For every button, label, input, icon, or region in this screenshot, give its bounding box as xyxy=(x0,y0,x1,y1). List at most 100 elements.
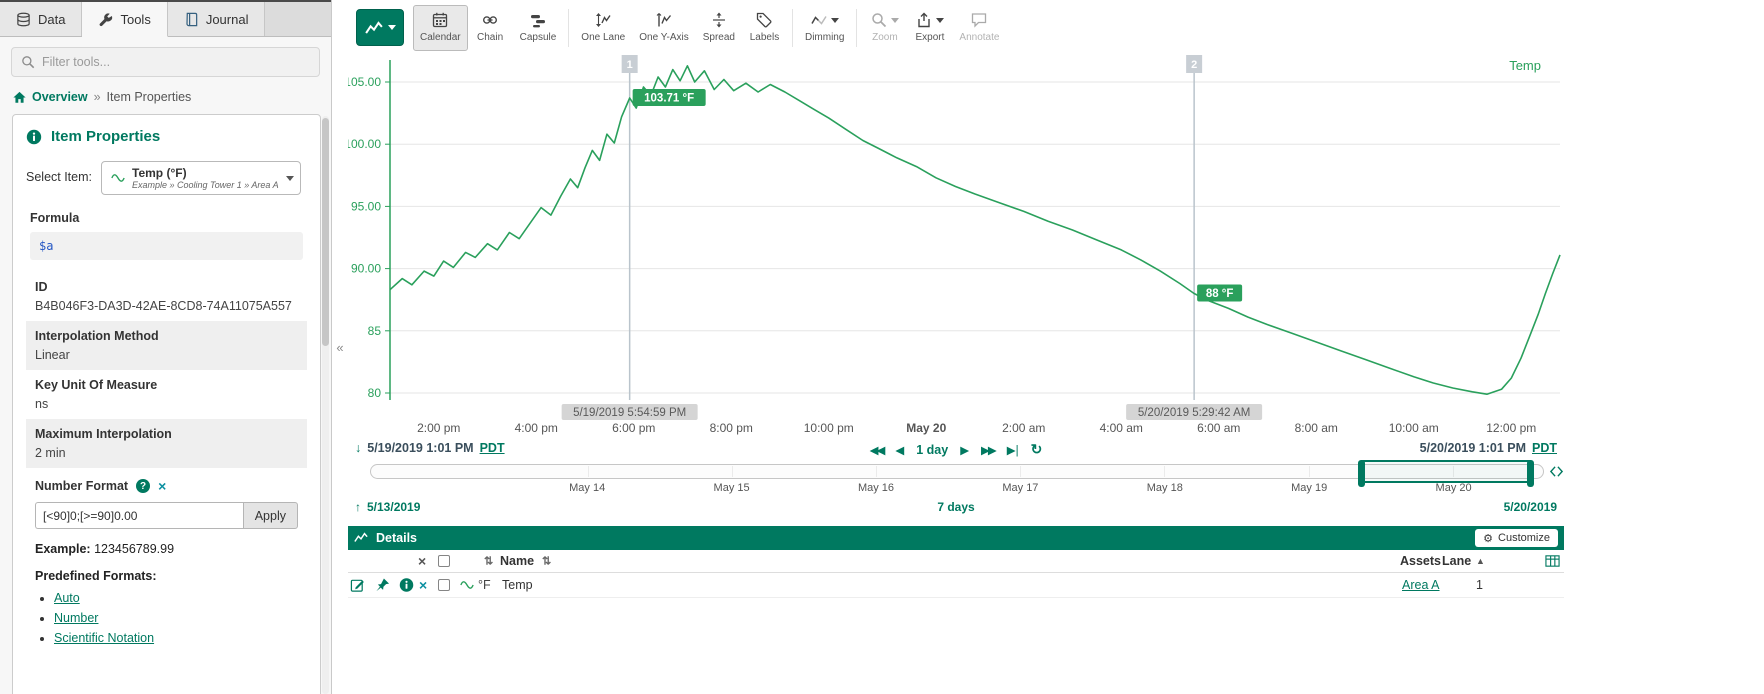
scrubber-date-label: May 20 xyxy=(1436,482,1472,494)
annotate-button[interactable]: Annotate xyxy=(952,5,1006,51)
expand-range-icon[interactable] xyxy=(1549,464,1564,479)
one-y-axis-icon xyxy=(656,12,672,28)
chain-view-button[interactable]: Chain xyxy=(468,5,513,51)
breadcrumb-overview-link[interactable]: Overview xyxy=(32,90,88,104)
format-link-number[interactable]: Number xyxy=(54,611,98,625)
svg-text:May 20: May 20 xyxy=(906,421,946,435)
time-nav: ◀◀ ◀ 1 day ▶ ▶▶ ▶| ↻ xyxy=(348,441,1564,458)
investigate-end-date[interactable]: 5/20/2019 xyxy=(1504,500,1557,514)
chevron-down-icon xyxy=(286,176,294,181)
property-row-unit: Key Unit Of Measure ns xyxy=(26,370,307,419)
trend-chart[interactable]: 105.00100.0095.0090.0085802:00 pm4:00 pm… xyxy=(348,55,1564,440)
range-end-datetime[interactable]: 5/20/2019 1:01 PM xyxy=(1420,441,1526,455)
labels-icon xyxy=(756,12,772,28)
scrubber-day-tick xyxy=(1020,466,1021,477)
property-row-max-interpolation: Maximum Interpolation 2 min xyxy=(26,419,307,468)
help-icon[interactable]: ? xyxy=(136,479,150,493)
row-name[interactable]: Temp xyxy=(502,578,533,592)
refresh-icon[interactable]: ↻ xyxy=(1031,441,1043,458)
scrubber-bar[interactable] xyxy=(370,464,1544,479)
pan-forward-full-button[interactable]: ▶▶ xyxy=(981,443,995,457)
pan-forward-button[interactable]: ▶ xyxy=(960,443,969,457)
table-columns-icon[interactable] xyxy=(1545,554,1560,569)
number-format-input[interactable] xyxy=(35,502,243,529)
pan-back-button[interactable]: ◀ xyxy=(895,443,904,457)
selected-item-path: Example » Cooling Tower 1 » Area A xyxy=(132,180,279,190)
sidebar-tabs: Data Tools Journal xyxy=(0,0,331,37)
svg-text:2:00 am: 2:00 am xyxy=(1002,421,1045,435)
remove-item-icon[interactable]: × xyxy=(419,578,427,592)
scrubber-date-label: May 19 xyxy=(1291,482,1327,494)
format-link-auto[interactable]: Auto xyxy=(54,591,80,605)
breadcrumb-current: Item Properties xyxy=(107,90,192,104)
number-format-label: Number Format xyxy=(35,479,128,493)
sidebar-scrollbar[interactable] xyxy=(322,116,329,694)
format-example: Example: 123456789.99 xyxy=(35,542,298,556)
annotate-icon xyxy=(971,12,987,28)
item-select-dropdown[interactable]: Temp (°F) Example » Cooling Tower 1 » Ar… xyxy=(101,161,301,195)
sidebar: Data Tools Journal xyxy=(0,0,332,694)
row-asset-link[interactable]: Area A xyxy=(1402,578,1440,592)
labels-button[interactable]: Labels xyxy=(742,5,787,51)
scrubber-selection[interactable] xyxy=(1361,460,1531,483)
predefined-formats-list: Auto Number Scientific Notation xyxy=(54,591,307,645)
sort-icon[interactable]: ⇅ xyxy=(542,555,551,568)
pin-icon[interactable] xyxy=(375,578,390,593)
row-unit: °F xyxy=(478,578,491,592)
zoom-button[interactable]: Zoom xyxy=(862,5,907,51)
tab-journal[interactable]: Journal xyxy=(168,2,266,36)
investigate-range-row: ↑ 5/13/2019 7 days 5/20/2019 xyxy=(348,498,1564,520)
edit-icon[interactable] xyxy=(350,578,365,593)
remove-all-icon[interactable]: × xyxy=(418,554,426,568)
select-all-checkbox[interactable] xyxy=(438,555,450,567)
calendar-view-button[interactable]: Calendar xyxy=(413,5,468,51)
view-selector-button[interactable] xyxy=(356,9,404,46)
item-info-icon[interactable] xyxy=(399,578,414,593)
duration-button[interactable]: 1 day xyxy=(916,443,948,457)
go-to-end-button[interactable]: ▶| xyxy=(1007,443,1019,457)
one-lane-button[interactable]: One Lane xyxy=(574,5,632,51)
row-checkbox[interactable] xyxy=(438,579,450,591)
pan-back-full-button[interactable]: ◀◀ xyxy=(870,443,884,457)
chevron-down-icon xyxy=(831,18,839,23)
timezone-link[interactable]: PDT xyxy=(1532,441,1557,455)
timeline-scrubber[interactable] xyxy=(348,462,1564,481)
one-y-axis-button[interactable]: One Y-Axis xyxy=(632,5,695,51)
filter-tools-box xyxy=(11,47,320,77)
name-column-header[interactable]: Name xyxy=(500,554,534,568)
svg-text:6:00 pm: 6:00 pm xyxy=(612,421,655,435)
clear-format-icon[interactable]: × xyxy=(158,479,166,493)
info-icon xyxy=(26,129,42,145)
dimming-button[interactable]: Dimming xyxy=(798,5,851,51)
selected-item-name: Temp (°F) xyxy=(132,166,279,180)
svg-text:85: 85 xyxy=(368,324,382,338)
main-area: Calendar Chain Capsule One Lane One Y-Ax… xyxy=(348,0,1564,694)
scrollbar-thumb[interactable] xyxy=(322,118,329,346)
format-link-scientific[interactable]: Scientific Notation xyxy=(54,631,154,645)
home-icon[interactable] xyxy=(13,91,26,104)
tab-journal-label: Journal xyxy=(206,12,249,27)
spread-button[interactable]: Spread xyxy=(696,5,742,51)
customize-button[interactable]: ⚙ Customize xyxy=(1475,529,1558,547)
apply-button[interactable]: Apply xyxy=(243,502,298,529)
svg-text:4:00 am: 4:00 am xyxy=(1100,421,1143,435)
details-table-header: × ⇅ Name ⇅ Assets Lane ▲ xyxy=(348,550,1564,573)
panel-title: Item Properties xyxy=(51,128,160,145)
scrubber-day-tick xyxy=(588,466,589,477)
export-icon xyxy=(916,12,932,28)
tab-tools[interactable]: Tools xyxy=(82,2,167,37)
tab-data[interactable]: Data xyxy=(0,2,82,36)
export-button[interactable]: Export xyxy=(907,5,952,51)
sidebar-collapse-handle[interactable]: « xyxy=(332,0,348,694)
capsule-view-button[interactable]: Capsule xyxy=(513,5,564,51)
list-item: Auto xyxy=(54,591,307,605)
svg-text:8:00 pm: 8:00 pm xyxy=(710,421,753,435)
one-lane-icon xyxy=(595,12,611,28)
lane-column-header[interactable]: Lane xyxy=(1442,554,1471,568)
investigate-duration[interactable]: 7 days xyxy=(348,500,1564,514)
trend-chart-area[interactable]: 105.00100.0095.0090.0085802:00 pm4:00 pm… xyxy=(348,55,1564,440)
sort-icon[interactable]: ⇅ xyxy=(484,555,493,568)
filter-tools-input[interactable] xyxy=(42,55,310,69)
assets-column-header[interactable]: Assets xyxy=(1400,554,1441,568)
formula-value[interactable]: $a xyxy=(30,232,303,260)
